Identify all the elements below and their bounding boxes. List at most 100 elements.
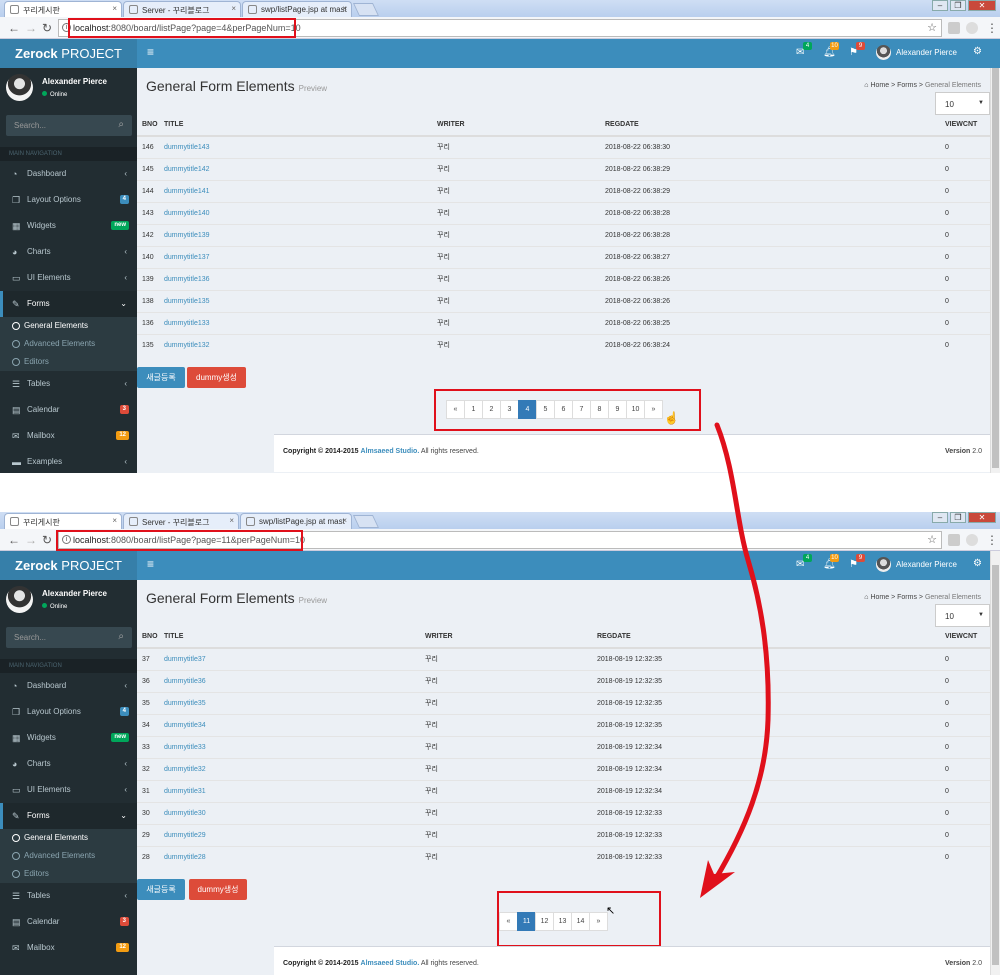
title-link[interactable]: dummytitle35 [164, 691, 425, 714]
search-icon[interactable]: ⌕ [118, 119, 124, 130]
restore-icon[interactable]: ❐ [950, 0, 966, 11]
register-button[interactable]: 새글등록 [137, 879, 185, 900]
register-button[interactable]: 새글등록 [137, 367, 185, 388]
logo[interactable]: Zerock PROJECT [0, 39, 137, 68]
title-link[interactable]: dummytitle37 [164, 647, 425, 670]
browser-tab-server[interactable]: Server - 꾸리블로그 × [123, 1, 241, 17]
per-page-select[interactable]: 10 ▼ [935, 604, 990, 627]
title-link[interactable]: dummytitle32 [164, 757, 425, 780]
submenu-editors[interactable]: Editors [0, 353, 137, 371]
flag-icon[interactable]: ⚑ 9 [849, 42, 865, 59]
menu-dots-icon[interactable]: ⋮ [986, 21, 998, 35]
forward-icon[interactable]: → [25, 21, 37, 35]
close-tab-icon[interactable]: × [231, 4, 236, 13]
title-link[interactable]: dummytitle139 [164, 223, 437, 246]
title-link[interactable]: dummytitle132 [164, 333, 437, 356]
scrollbar-thumb[interactable] [992, 68, 999, 468]
extension-icon[interactable] [966, 534, 978, 546]
title-link[interactable]: dummytitle133 [164, 311, 437, 334]
envelope-icon[interactable]: ✉ 4 [796, 42, 812, 59]
sidebar-item-tables[interactable]: ☰ Tables ‹ [0, 883, 137, 909]
sidebar-item-calendar[interactable]: ▤ Calendar 3 [0, 909, 137, 935]
restore-icon[interactable]: ❐ [950, 512, 966, 523]
browser-tab-board[interactable]: 꾸리게시판 × [4, 513, 122, 529]
sidebar-item-forms[interactable]: ✎ Forms ⌄ [0, 291, 137, 317]
submenu-general-elements[interactable]: General Elements [0, 317, 137, 335]
sidebar-search-input[interactable]: Search... ⌕ [6, 115, 132, 136]
title-link[interactable]: dummytitle136 [164, 267, 437, 290]
dummy-create-button[interactable]: dummy생성 [187, 367, 246, 388]
submenu-advanced-elements[interactable]: Advanced Elements [0, 847, 137, 865]
close-window-icon[interactable]: ✕ [968, 0, 996, 11]
bell-icon[interactable]: 🔔︎ 10 [823, 42, 839, 59]
sidebar-item-tables[interactable]: ☰ Tables ‹ [0, 371, 137, 397]
bookmark-star-icon[interactable]: ☆ [927, 21, 937, 34]
sidebar-item-ui-elements[interactable]: ▭ UI Elements ‹ [0, 265, 137, 291]
new-tab-button[interactable] [352, 515, 380, 528]
sidebar-item-mailbox[interactable]: ✉ Mailbox 12 [0, 423, 137, 449]
sidebar-item-charts[interactable]: ◕ Charts ‹ [0, 239, 137, 265]
sidebar-toggle-icon[interactable]: ≡ [147, 45, 154, 59]
sidebar-item-dashboard[interactable]: ◔ Dashboard ‹ [0, 161, 137, 187]
extension-icon[interactable] [966, 22, 978, 34]
sidebar-item-calendar[interactable]: ▤ Calendar 3 [0, 397, 137, 423]
bookmark-star-icon[interactable]: ☆ [927, 533, 937, 546]
logo[interactable]: Zerock PROJECT [0, 551, 137, 580]
reload-icon[interactable]: ↻ [42, 21, 52, 35]
sidebar-item-widgets[interactable]: ▦ Widgets new [0, 725, 137, 751]
title-link[interactable]: dummytitle30 [164, 801, 425, 824]
close-tab-icon[interactable]: × [342, 516, 347, 525]
title-link[interactable]: dummytitle140 [164, 201, 437, 224]
forward-icon[interactable]: → [25, 533, 37, 547]
close-tab-icon[interactable]: × [112, 4, 117, 13]
sidebar-toggle-icon[interactable]: ≡ [147, 557, 154, 571]
title-link[interactable]: dummytitle29 [164, 823, 425, 846]
sidebar-item-dashboard[interactable]: ◔ Dashboard ‹ [0, 673, 137, 699]
scrollbar[interactable] [990, 551, 1000, 975]
new-tab-button[interactable] [352, 3, 380, 16]
sidebar-item-layout-options[interactable]: ❐ Layout Options 4 [0, 699, 137, 725]
dummy-create-button[interactable]: dummy생성 [189, 879, 247, 900]
sidebar-item-forms[interactable]: ✎ Forms ⌄ [0, 803, 137, 829]
flag-icon[interactable]: ⚑ 9 [849, 554, 865, 571]
extension-icon[interactable] [948, 534, 960, 546]
back-icon[interactable]: ← [8, 21, 20, 35]
sidebar-item-charts[interactable]: ◕ Charts ‹ [0, 751, 137, 777]
title-link[interactable]: dummytitle143 [164, 135, 437, 158]
browser-tab-github[interactable]: swp/listPage.jsp at mast × [242, 1, 352, 17]
user-menu[interactable]: Alexander Pierce [876, 45, 957, 60]
title-link[interactable]: dummytitle141 [164, 179, 437, 202]
close-tab-icon[interactable]: × [342, 4, 347, 13]
extension-icon[interactable] [948, 22, 960, 34]
close-tab-icon[interactable]: × [229, 516, 234, 525]
sidebar-item-ui-elements[interactable]: ▭ UI Elements ‹ [0, 777, 137, 803]
title-link[interactable]: dummytitle33 [164, 735, 425, 758]
scrollbar[interactable] [990, 68, 1000, 473]
search-icon[interactable]: ⌕ [118, 631, 124, 642]
title-link[interactable]: dummytitle31 [164, 779, 425, 802]
gears-icon[interactable]: ⚙ [973, 46, 982, 57]
gears-icon[interactable]: ⚙ [973, 558, 982, 569]
submenu-advanced-elements[interactable]: Advanced Elements [0, 335, 137, 353]
title-link[interactable]: dummytitle137 [164, 245, 437, 268]
submenu-editors[interactable]: Editors [0, 865, 137, 883]
user-menu[interactable]: Alexander Pierce [876, 557, 957, 572]
title-link[interactable]: dummytitle34 [164, 713, 425, 736]
reload-icon[interactable]: ↻ [42, 533, 52, 547]
browser-tab-server[interactable]: Server - 꾸리블로그 × [123, 513, 239, 529]
close-tab-icon[interactable]: × [112, 516, 117, 525]
envelope-icon[interactable]: ✉ 4 [796, 554, 812, 571]
sidebar-item-mailbox[interactable]: ✉ Mailbox 12 [0, 935, 137, 961]
per-page-select[interactable]: 10 ▼ [935, 92, 990, 115]
menu-dots-icon[interactable]: ⋮ [986, 533, 998, 547]
back-icon[interactable]: ← [8, 533, 20, 547]
title-link[interactable]: dummytitle36 [164, 669, 425, 692]
minimize-icon[interactable]: – [932, 512, 948, 523]
submenu-general-elements[interactable]: General Elements [0, 829, 137, 847]
scrollbar-thumb[interactable] [992, 565, 999, 965]
sidebar-item-examples[interactable]: ▬ Examples ‹ [0, 449, 137, 473]
browser-tab-github[interactable]: swp/listPage.jsp at mast × [240, 513, 352, 529]
title-link[interactable]: dummytitle28 [164, 845, 425, 868]
sidebar-search-input[interactable]: Search... ⌕ [6, 627, 132, 648]
minimize-icon[interactable]: – [932, 0, 948, 11]
